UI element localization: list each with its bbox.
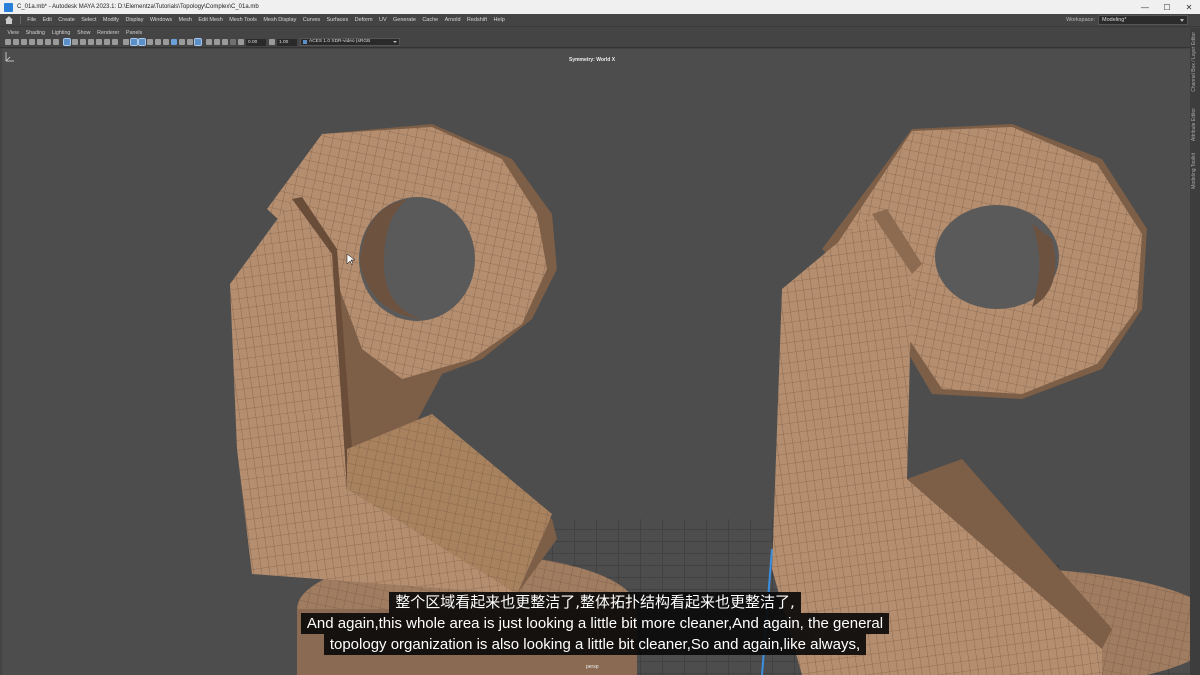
- chevron-down-icon: [393, 41, 397, 43]
- tab-modeling-toolkit[interactable]: Modeling Toolkit: [1191, 153, 1197, 189]
- window-title: C_01a.mb* - Autodesk MAYA 2023.1: D:\Ele…: [17, 4, 259, 10]
- symmetry-indicator: Symmetry: World X: [569, 57, 616, 63]
- panel-menu-view[interactable]: View: [4, 30, 22, 36]
- menu-mesh[interactable]: Mesh: [175, 17, 195, 23]
- menu-surfaces[interactable]: Surfaces: [323, 17, 351, 23]
- lock-camera-icon[interactable]: [13, 39, 19, 45]
- menu-curves[interactable]: Curves: [300, 17, 324, 23]
- workspace-value: Modeling*: [1102, 17, 1127, 23]
- menu-uv[interactable]: UV: [376, 17, 390, 23]
- menu-separator: [20, 16, 21, 24]
- gate-mask-icon[interactable]: [88, 39, 94, 45]
- panel-menu-panels[interactable]: Panels: [123, 30, 146, 36]
- main-menu-bar: File Edit Create Select Modify Display W…: [0, 14, 1200, 27]
- select-camera-icon[interactable]: [5, 39, 11, 45]
- subtitle-english-line-2: topology organization is also looking a …: [323, 634, 867, 655]
- panel-menu-bar: View Shading Lighting Show Renderer Pane…: [0, 28, 1190, 37]
- color-space-dropdown[interactable]: ACES 1.0 SDR-video (sRGB: [300, 38, 400, 46]
- xray-icon[interactable]: [214, 39, 220, 45]
- menu-modify[interactable]: Modify: [100, 17, 123, 23]
- panel-menu-shading[interactable]: Shading: [22, 30, 48, 36]
- safe-action-icon[interactable]: [104, 39, 110, 45]
- exposure-icon[interactable]: [238, 39, 244, 45]
- panel-menu-show[interactable]: Show: [74, 30, 94, 36]
- xray-components-icon[interactable]: [230, 39, 236, 45]
- textured-icon[interactable]: [147, 39, 153, 45]
- workspace-dropdown[interactable]: Modeling*: [1098, 15, 1188, 25]
- wireframe-icon[interactable]: [123, 39, 129, 45]
- shadows-icon[interactable]: [163, 39, 169, 45]
- anti-aliasing-icon[interactable]: [187, 39, 193, 45]
- smooth-shade-icon[interactable]: [130, 38, 138, 46]
- menu-edit-mesh[interactable]: Edit Mesh: [195, 17, 226, 23]
- menu-redshift[interactable]: Redshift: [464, 17, 491, 23]
- subtitle-chinese: 整个区域看起来也更整洁了,整体拓扑结构看起来也更整洁了,: [389, 592, 801, 613]
- minimize-button[interactable]: —: [1134, 3, 1156, 12]
- menu-deform[interactable]: Deform: [351, 17, 375, 23]
- isolate-select-icon[interactable]: [206, 39, 212, 45]
- menu-mesh-tools[interactable]: Mesh Tools: [226, 17, 260, 23]
- perspective-viewport[interactable]: Symmetry: World X persp: [2, 49, 1190, 675]
- workspace-selector: Workspace: Modeling*: [1066, 15, 1188, 25]
- workspace-label: Workspace:: [1066, 17, 1095, 23]
- menu-file[interactable]: File: [24, 17, 39, 23]
- menu-mesh-display[interactable]: Mesh Display: [260, 17, 299, 23]
- menu-help[interactable]: Help: [490, 17, 508, 23]
- close-button[interactable]: ✕: [1178, 3, 1200, 12]
- bookmark-icon[interactable]: [29, 39, 35, 45]
- tab-attribute-editor[interactable]: Attribute Editor: [1191, 108, 1197, 141]
- menu-edit[interactable]: Edit: [39, 17, 55, 23]
- exposure-field[interactable]: 0.00: [246, 38, 266, 46]
- panel-menu-renderer[interactable]: Renderer: [94, 30, 123, 36]
- camera-name-label: persp: [586, 664, 599, 670]
- field-chart-icon[interactable]: [96, 39, 102, 45]
- subtitle-english-line-1: And again,this whole area is just lookin…: [300, 613, 890, 634]
- menu-select[interactable]: Select: [78, 17, 100, 23]
- 2d-pan-zoom-icon[interactable]: [45, 39, 51, 45]
- viewport-scene: [230, 124, 1190, 675]
- menu-display[interactable]: Display: [122, 17, 146, 23]
- subtitle-overlay: 整个区域看起来也更整洁了,整体拓扑结构看起来也更整洁了, And again,t…: [0, 592, 1190, 655]
- wireframe-on-shaded-icon[interactable]: [138, 38, 146, 46]
- resolution-gate-icon[interactable]: [80, 39, 86, 45]
- ambient-occlusion-icon[interactable]: [171, 39, 177, 45]
- menu-create[interactable]: Create: [55, 17, 78, 23]
- depth-of-field-icon[interactable]: [194, 38, 202, 46]
- home-icon[interactable]: [4, 15, 14, 25]
- use-all-lights-icon[interactable]: [155, 39, 161, 45]
- title-bar: C_01a.mb* - Autodesk MAYA 2023.1: D:\Ele…: [0, 0, 1200, 14]
- tab-channel-box[interactable]: Channel Box / Layer Editor: [1191, 32, 1197, 92]
- grid-icon[interactable]: [63, 38, 71, 46]
- gamma-field[interactable]: 1.00: [277, 38, 297, 46]
- menu-arnold[interactable]: Arnold: [441, 17, 463, 23]
- menu-cache[interactable]: Cache: [419, 17, 441, 23]
- maximize-button[interactable]: ☐: [1156, 3, 1178, 12]
- xray-joints-icon[interactable]: [222, 39, 228, 45]
- menu-generate[interactable]: Generate: [390, 17, 419, 23]
- gamma-icon[interactable]: [269, 39, 275, 45]
- color-space-value: ACES 1.0 SDR-video (sRGB: [309, 39, 371, 44]
- film-gate-icon[interactable]: [72, 39, 78, 45]
- viewport-toolbar: 0.00 1.00 ACES 1.0 SDR-video (sRGB: [0, 37, 1190, 48]
- grease-pencil-icon[interactable]: [53, 39, 59, 45]
- camera-attributes-icon[interactable]: [21, 39, 27, 45]
- image-plane-icon[interactable]: [37, 39, 43, 45]
- menu-windows[interactable]: Windows: [147, 17, 176, 23]
- motion-blur-icon[interactable]: [179, 39, 185, 45]
- maya-app-icon: [4, 2, 13, 12]
- axis-gizmo-icon: [5, 52, 14, 62]
- left-hook-model: [230, 124, 557, 594]
- safe-title-icon[interactable]: [112, 39, 118, 45]
- panel-menu-lighting[interactable]: Lighting: [48, 30, 73, 36]
- chevron-down-icon: [1180, 18, 1184, 22]
- side-tabs: Channel Box / Layer Editor Attribute Edi…: [1190, 28, 1200, 675]
